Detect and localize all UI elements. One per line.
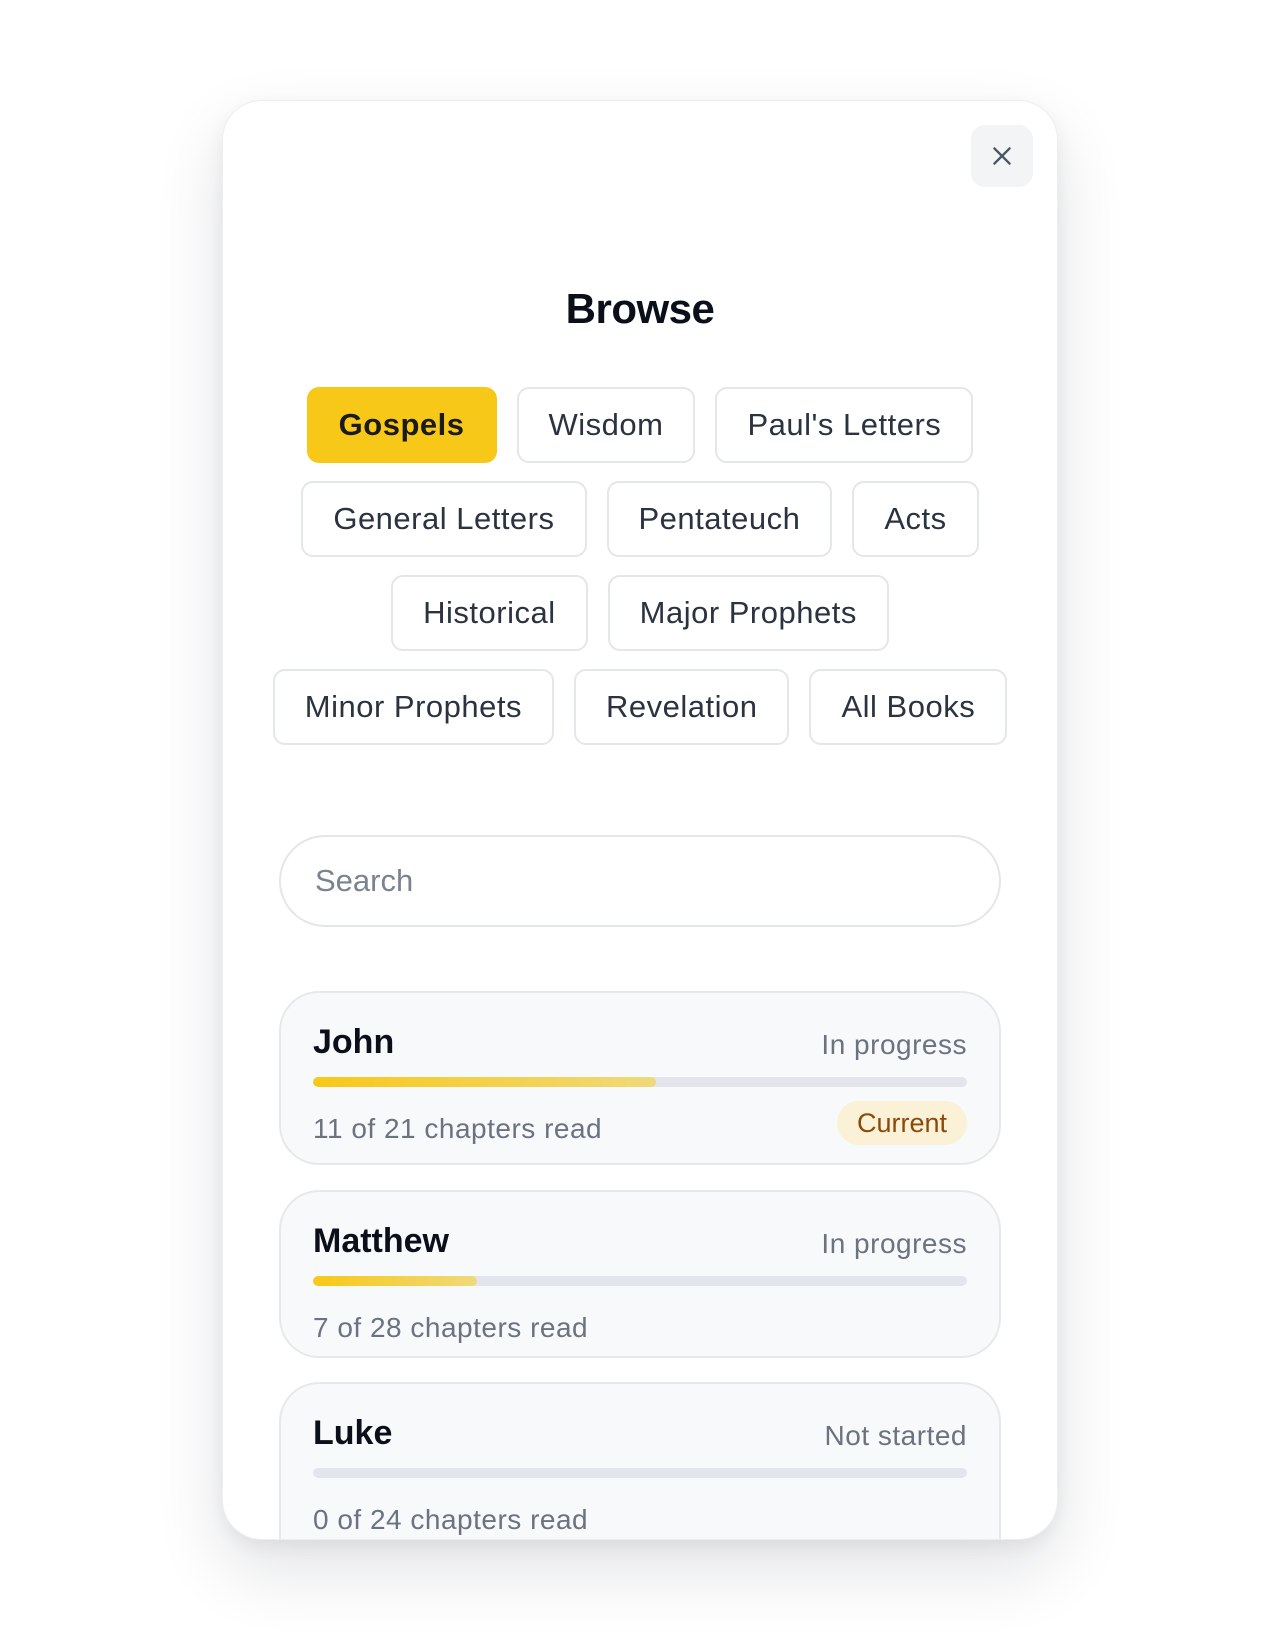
category-chip-pauls-letters[interactable]: Paul's Letters — [715, 387, 974, 463]
book-name: Matthew — [313, 1222, 449, 1260]
page-title: Browse — [565, 285, 715, 332]
book-card-luke[interactable]: Luke Not started 0 of 24 chapters read — [279, 1382, 1001, 1539]
category-chip-acts[interactable]: Acts — [852, 481, 979, 557]
close-icon — [993, 147, 1011, 165]
category-chip-gospels[interactable]: Gospels — [306, 387, 497, 463]
book-status: Not started — [824, 1420, 967, 1451]
progress-track — [313, 1468, 967, 1478]
category-chip-general-letters[interactable]: General Letters — [301, 481, 587, 557]
book-card-john[interactable]: John In progress 11 of 21 chapters read … — [279, 991, 1001, 1165]
category-filters: Gospels Wisdom Paul's Letters General Le… — [263, 387, 1017, 745]
search-input[interactable] — [313, 862, 967, 900]
close-button[interactable] — [971, 125, 1033, 187]
progress-track — [313, 1276, 967, 1286]
category-chip-historical[interactable]: Historical — [391, 575, 588, 651]
current-badge: Current — [836, 1101, 967, 1145]
category-chip-major-prophets[interactable]: Major Prophets — [607, 575, 889, 651]
category-chip-wisdom[interactable]: Wisdom — [516, 387, 696, 463]
category-chip-all-books[interactable]: All Books — [809, 669, 1008, 745]
progress-fill — [313, 1276, 477, 1286]
progress-track — [313, 1077, 967, 1087]
book-status: In progress — [821, 1228, 967, 1259]
book-name: Luke — [313, 1414, 393, 1452]
chapters-read-text: 7 of 28 chapters read — [313, 1312, 589, 1343]
book-status: In progress — [821, 1029, 967, 1060]
search-box — [279, 835, 1001, 927]
chapters-read-text: 11 of 21 chapters read — [313, 1113, 603, 1144]
category-chip-revelation[interactable]: Revelation — [574, 669, 790, 745]
book-name: John — [313, 1023, 395, 1061]
progress-fill — [313, 1077, 656, 1087]
category-chip-pentateuch[interactable]: Pentateuch — [606, 481, 833, 557]
category-chip-minor-prophets[interactable]: Minor Prophets — [272, 669, 554, 745]
browse-modal: Browse Gospels Wisdom Paul's Letters Gen… — [222, 100, 1058, 1540]
chapters-read-text: 0 of 24 chapters read — [313, 1504, 589, 1535]
book-card-matthew[interactable]: Matthew In progress 7 of 28 chapters rea… — [279, 1190, 1001, 1358]
